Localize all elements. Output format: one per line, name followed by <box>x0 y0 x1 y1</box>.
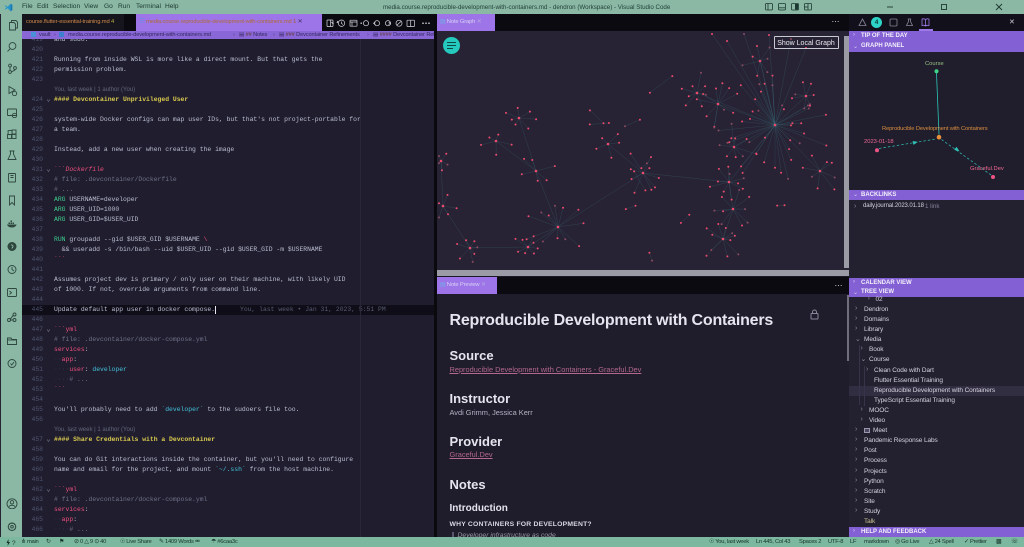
svg-text:?: ? <box>12 540 16 546</box>
